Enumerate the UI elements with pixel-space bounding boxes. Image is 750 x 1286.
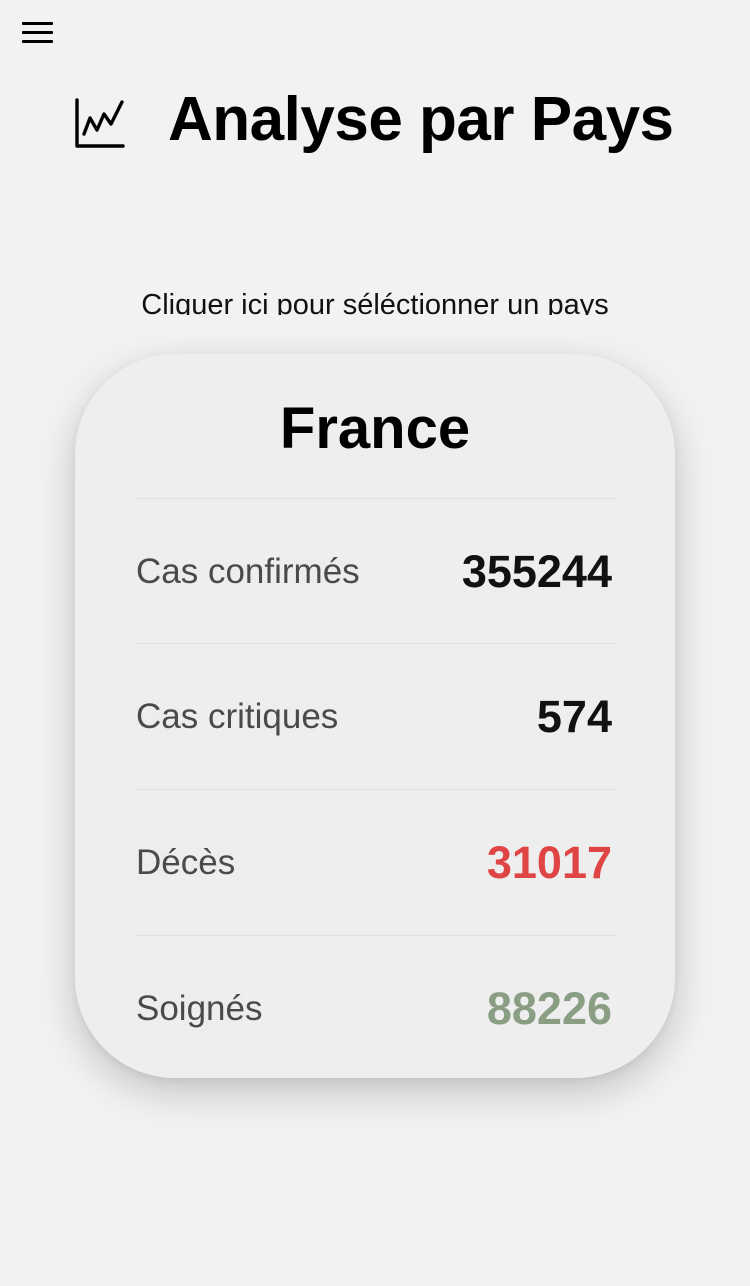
stat-row-confirmed: Cas confirmés 355244 [136, 498, 616, 644]
page-header: Analyse par Pays [74, 82, 674, 158]
hamburger-menu-icon[interactable] [22, 20, 54, 46]
country-stats-card: France Cas confirmés 355244 Cas critique… [75, 354, 675, 1078]
menu-bar-top [22, 22, 53, 25]
country-select-link[interactable]: Cliquer ici pour séléctionner un pays [0, 285, 750, 315]
country-name: France [279, 396, 471, 461]
page-title: Analyse par Pays [168, 85, 674, 154]
country-analysis-screen: Analyse par Pays Cliquer ici pour séléct… [0, 0, 750, 1286]
stat-row-recovered: Soignés 88226 [136, 935, 616, 1081]
menu-bar-bottom [22, 40, 53, 43]
stat-row-critical: Cas critiques 574 [136, 643, 616, 789]
menu-bar-middle [22, 31, 53, 34]
stat-value-confirmed: 355244 [461, 545, 612, 597]
stat-label-deaths: Décès [136, 842, 236, 882]
stat-value-critical: 574 [536, 690, 612, 742]
stat-label-recovered: Soignés [136, 988, 263, 1028]
line-chart-icon [75, 98, 125, 148]
stat-row-deaths: Décès 31017 [136, 789, 616, 935]
stat-value-recovered: 88226 [486, 982, 612, 1034]
stat-value-deaths: 31017 [486, 836, 612, 888]
stat-label-critical: Cas critiques [136, 696, 339, 736]
stat-label-confirmed: Cas confirmés [136, 551, 360, 591]
